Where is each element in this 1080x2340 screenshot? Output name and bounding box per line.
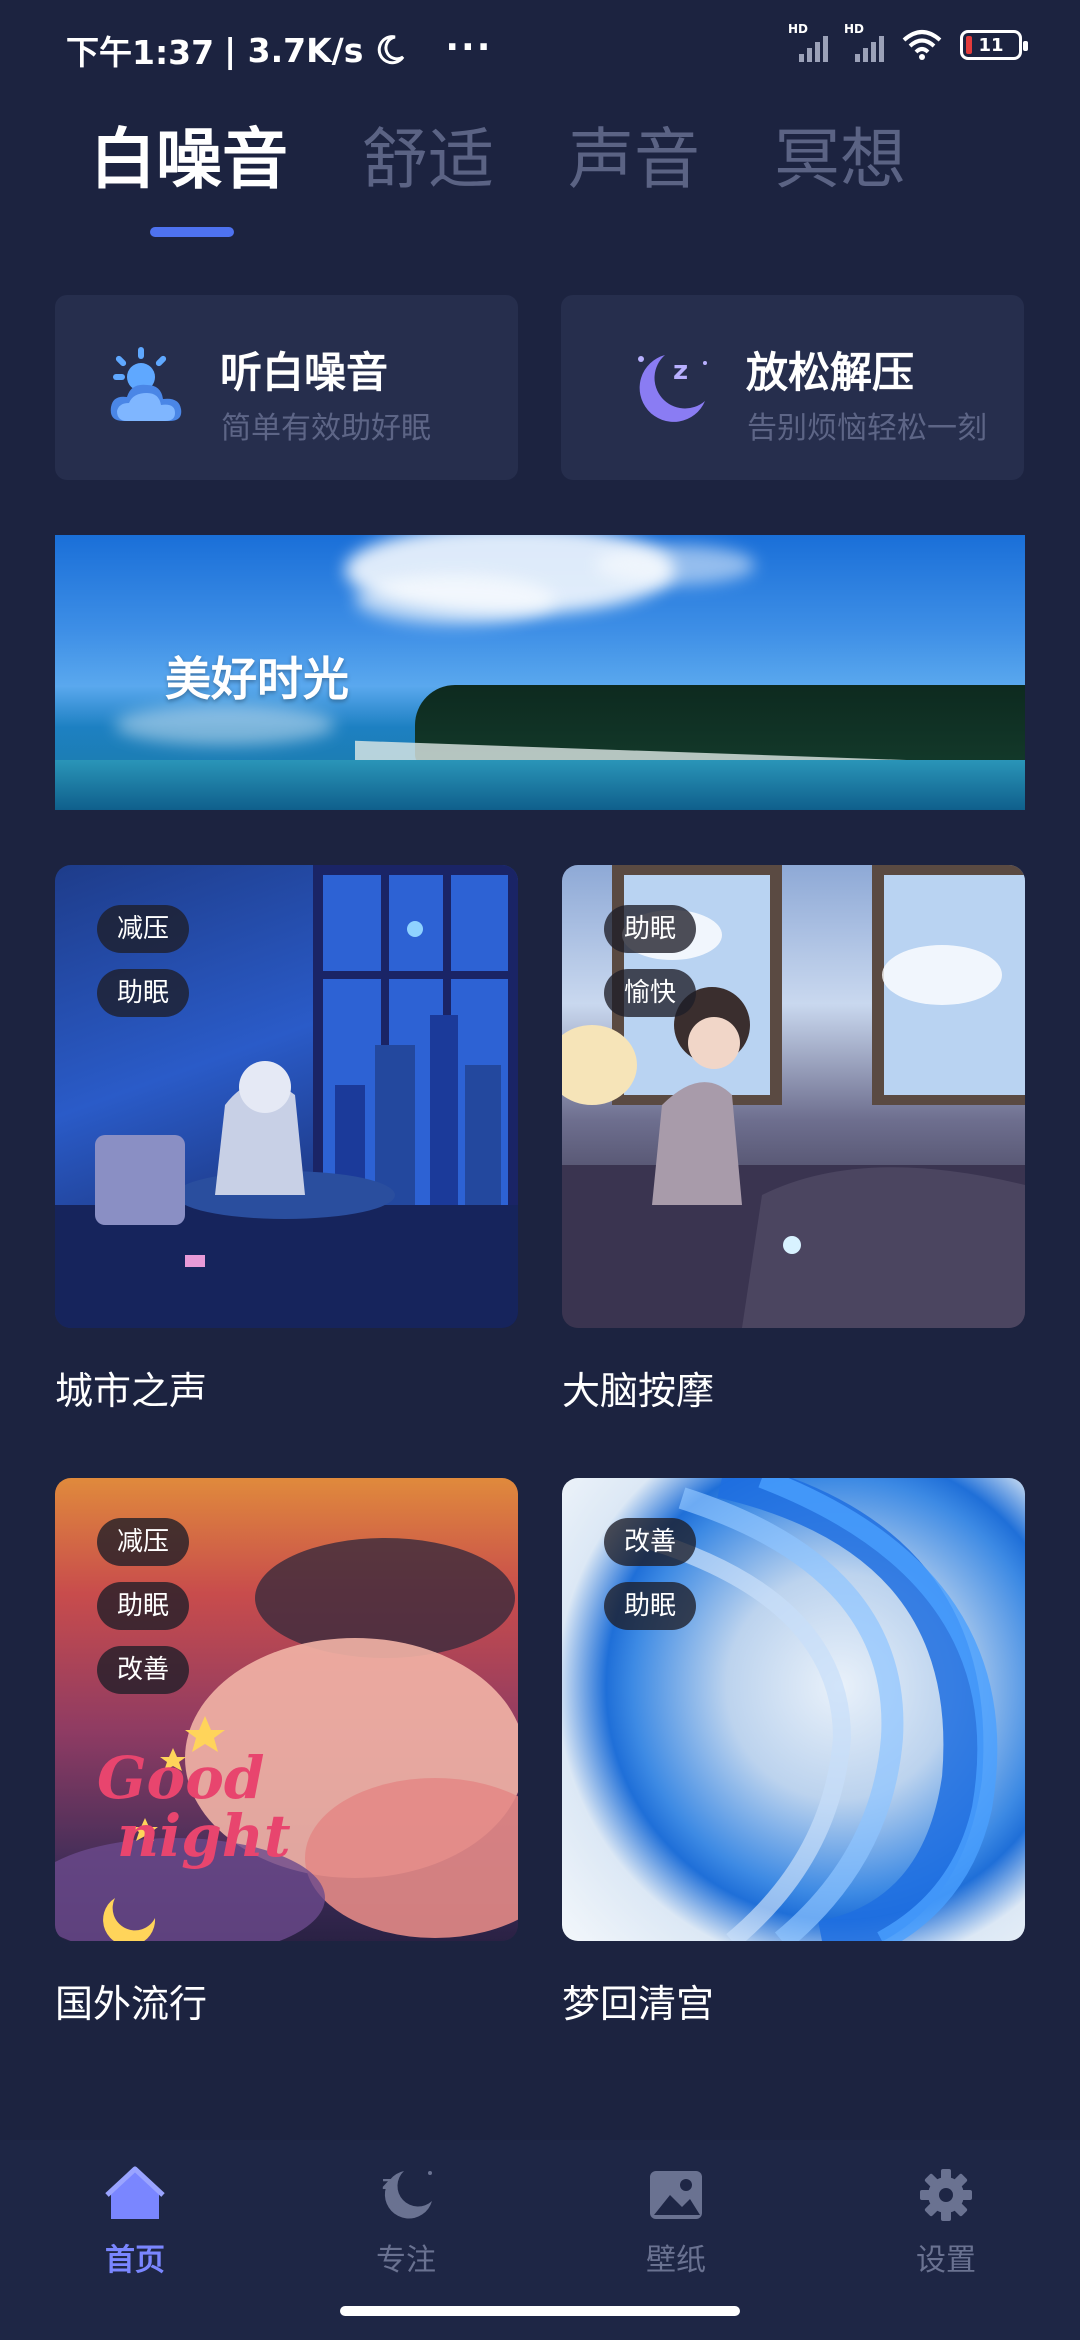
signal-hd-label: HD — [788, 22, 809, 36]
signal-icon: HD — [788, 22, 828, 62]
sound-card-title: 梦回清宫 — [562, 1982, 715, 2026]
signal-hd-label-2: HD — [844, 22, 865, 36]
tag-badge: 改善 — [604, 1518, 697, 1566]
status-right: HD HD 11 — [788, 22, 1028, 62]
sound-card-image: Good night 减压 助眠 改善 — [55, 1478, 518, 1941]
nav-item-wallpaper[interactable]: 壁纸 — [606, 2165, 746, 2279]
focus-moon-icon: z — [382, 2171, 432, 2219]
nav-label: 专注 — [376, 2243, 436, 2278]
home-icon — [105, 2166, 165, 2219]
gear-icon — [920, 2169, 972, 2221]
sound-card-image: 助眠 愉快 — [562, 865, 1025, 1328]
tag-badge: 改善 — [97, 1646, 190, 1694]
nav-item-focus[interactable]: z 专注 — [336, 2165, 476, 2279]
signal-icon-2: HD — [844, 22, 884, 62]
tab-sound[interactable]: 声音 — [568, 118, 700, 202]
wallpaper-icon — [650, 2171, 702, 2219]
sound-card-foreign-pop[interactable]: Good night 减压 助眠 改善 国外流行 — [55, 1478, 518, 2028]
feature-card-white-noise[interactable]: 听白噪音 简单有效助好眠 — [55, 295, 518, 480]
tag-badge: 助眠 — [604, 1582, 697, 1630]
sound-card-title: 国外流行 — [55, 1982, 208, 2026]
tag-list: 减压 助眠 改善 — [97, 1518, 190, 1694]
status-time: 下午1:37 — [66, 33, 215, 72]
banner-title: 美好时光 — [165, 652, 349, 706]
banner[interactable]: 美好时光 — [55, 535, 1025, 810]
status-bar: 下午1:37 | 3.7K/s ··· HD HD 11 — [0, 0, 1080, 96]
tag-list: 助眠 愉快 — [604, 905, 697, 1017]
tab-comfort[interactable]: 舒适 — [362, 118, 494, 202]
feature-card-relax[interactable]: z 放松解压 告别烦恼轻松一刻 — [561, 295, 1024, 480]
category-tabs: 白噪音 舒适 声音 冥想 — [90, 118, 980, 202]
feature-card-subtitle: 告别烦恼轻松一刻 — [747, 411, 987, 446]
tab-white-noise[interactable]: 白噪音 — [90, 118, 288, 202]
feature-card-title: 听白噪音 — [220, 348, 389, 397]
tag-list: 减压 助眠 — [97, 905, 190, 1017]
sound-card-city[interactable]: 减压 助眠 城市之声 — [55, 865, 518, 1415]
nav-label: 壁纸 — [646, 2243, 706, 2278]
tab-meditation[interactable]: 冥想 — [774, 118, 906, 202]
home-indicator[interactable] — [340, 2306, 740, 2316]
feature-cards: 听白噪音 简单有效助好眠 z 放松解压 告别烦恼轻松一刻 — [55, 295, 1025, 480]
sound-card-title: 大脑按摩 — [562, 1369, 715, 1413]
svg-text:z: z — [673, 356, 688, 386]
do-not-disturb-moon-icon — [378, 35, 405, 65]
status-speed: | 3.7K/s — [224, 30, 364, 70]
sound-card-brain-massage[interactable]: 助眠 愉快 大脑按摩 — [562, 865, 1025, 1415]
sleep-moon-icon: z — [638, 355, 707, 422]
battery-icon: 11 — [960, 30, 1028, 60]
feature-card-title: 放松解压 — [746, 348, 915, 397]
tag-badge: 愉快 — [604, 969, 697, 1017]
sound-card-title: 城市之声 — [55, 1369, 208, 1413]
sound-card-image: 改善 助眠 — [562, 1478, 1025, 1941]
battery-level: 11 — [978, 34, 1004, 56]
tag-badge: 助眠 — [604, 905, 697, 953]
tag-badge: 减压 — [97, 1518, 190, 1566]
tag-badge: 减压 — [97, 905, 190, 953]
nav-label: 首页 — [105, 2243, 165, 2278]
tab-indicator — [150, 227, 234, 237]
more-dots-icon: ··· — [445, 26, 493, 68]
feature-card-subtitle: 简单有效助好眠 — [221, 411, 431, 446]
svg-text:z: z — [382, 2173, 392, 2194]
nav-item-home[interactable]: 首页 — [65, 2165, 205, 2279]
banner-sea — [55, 760, 1025, 810]
sound-card-image: 减压 助眠 — [55, 865, 518, 1328]
tag-badge: 助眠 — [97, 969, 190, 1017]
app-screen: 下午1:37 | 3.7K/s ··· HD HD 11 白噪音 舒适 声音 冥… — [0, 0, 1080, 2340]
night-text: night — [117, 1802, 291, 1870]
nav-item-settings[interactable]: 设置 — [876, 2165, 1016, 2279]
wifi-icon — [902, 30, 942, 60]
status-left: 下午1:37 | 3.7K/s ··· — [66, 26, 492, 74]
sound-card-qing-palace[interactable]: 改善 助眠 梦回清宫 — [562, 1478, 1025, 2028]
tag-list: 改善 助眠 — [604, 1518, 697, 1630]
weather-icon — [110, 347, 182, 421]
nav-label: 设置 — [916, 2243, 976, 2278]
tag-badge: 助眠 — [97, 1582, 190, 1630]
